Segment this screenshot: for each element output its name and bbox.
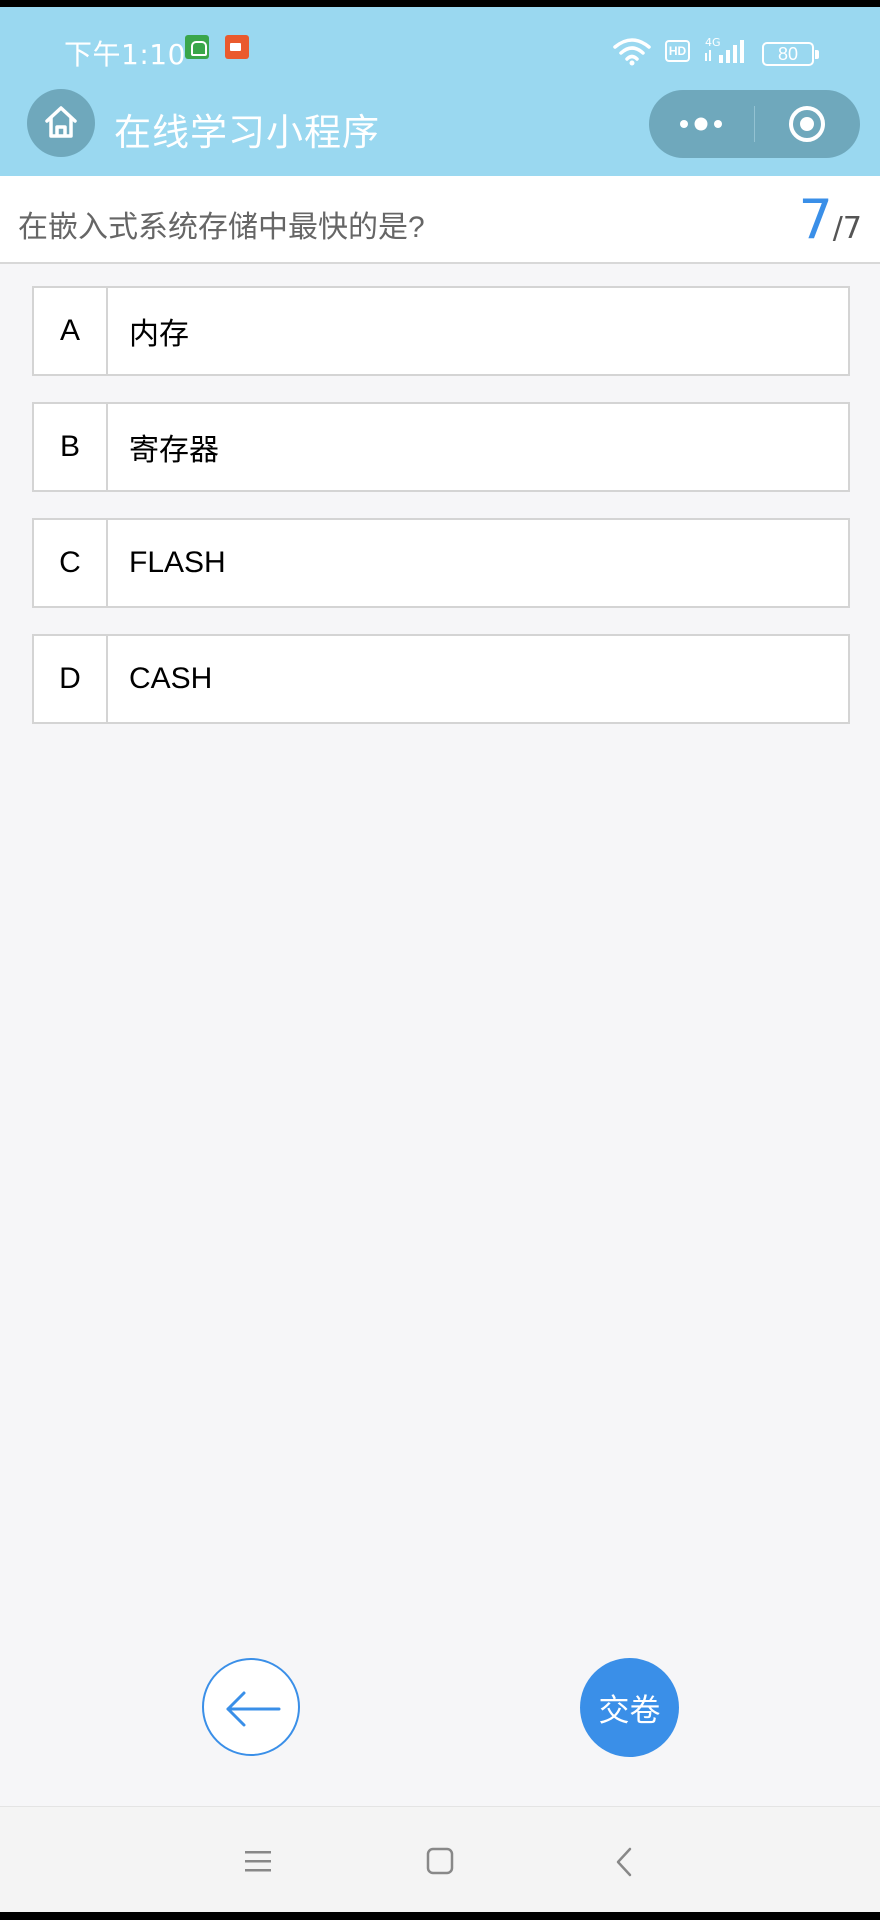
option-c[interactable]: C FLASH	[32, 518, 850, 608]
target-close-icon	[789, 106, 825, 142]
network-type: 4G	[705, 36, 721, 49]
option-letter: B	[34, 404, 108, 490]
home-square-icon[interactable]	[426, 1847, 454, 1875]
hd-badge: HD	[665, 40, 690, 62]
menu-icon[interactable]	[245, 1850, 271, 1872]
wifi-icon	[613, 38, 651, 66]
option-text: 寄存器	[129, 434, 219, 467]
option-a[interactable]: A 内存	[32, 286, 850, 376]
progress-total: /7	[832, 211, 862, 246]
submit-exam-button[interactable]: 交卷	[580, 1658, 679, 1757]
question-progress: 7/7	[798, 188, 862, 251]
arrow-left-icon	[226, 1691, 281, 1727]
system-back-icon[interactable]	[614, 1847, 634, 1877]
system-navigation-bar	[0, 1806, 880, 1912]
option-text: CASH	[129, 662, 213, 695]
option-letter: D	[34, 636, 108, 722]
options-list: A 内存 B 寄存器 C FLASH D CASH	[32, 286, 850, 750]
home-button[interactable]	[27, 89, 95, 157]
question-text: 在嵌入式系统存储中最快的是?	[18, 211, 425, 244]
status-time: 下午1:10	[64, 38, 186, 71]
option-text: FLASH	[129, 546, 226, 579]
header: 下午1:10 HD 4G 80 在线学习小程序	[0, 7, 880, 176]
option-b[interactable]: B 寄存器	[32, 402, 850, 492]
close-button[interactable]	[755, 90, 860, 158]
more-dots-icon	[680, 117, 722, 131]
video-app-icon	[225, 35, 249, 59]
status-bar: 下午1:10 HD 4G 80	[0, 7, 880, 87]
option-letter: A	[34, 288, 108, 374]
option-d[interactable]: D CASH	[32, 634, 850, 724]
app-title: 在线学习小程序	[114, 112, 380, 153]
screen-bottom-edge	[0, 1912, 880, 1920]
android-app-icon	[185, 35, 209, 59]
mini-program-capsule	[649, 90, 860, 158]
signal-icon: 4G	[705, 36, 744, 63]
more-button[interactable]	[649, 90, 754, 158]
home-icon	[45, 106, 77, 138]
question-bar: 在嵌入式系统存储中最快的是? 7/7	[0, 176, 880, 264]
progress-current: 7	[798, 188, 833, 251]
previous-question-button[interactable]	[202, 1658, 300, 1756]
battery-indicator: 80	[762, 42, 819, 66]
option-text: 内存	[129, 318, 189, 351]
option-letter: C	[34, 520, 108, 606]
screen-top-edge	[0, 0, 880, 7]
